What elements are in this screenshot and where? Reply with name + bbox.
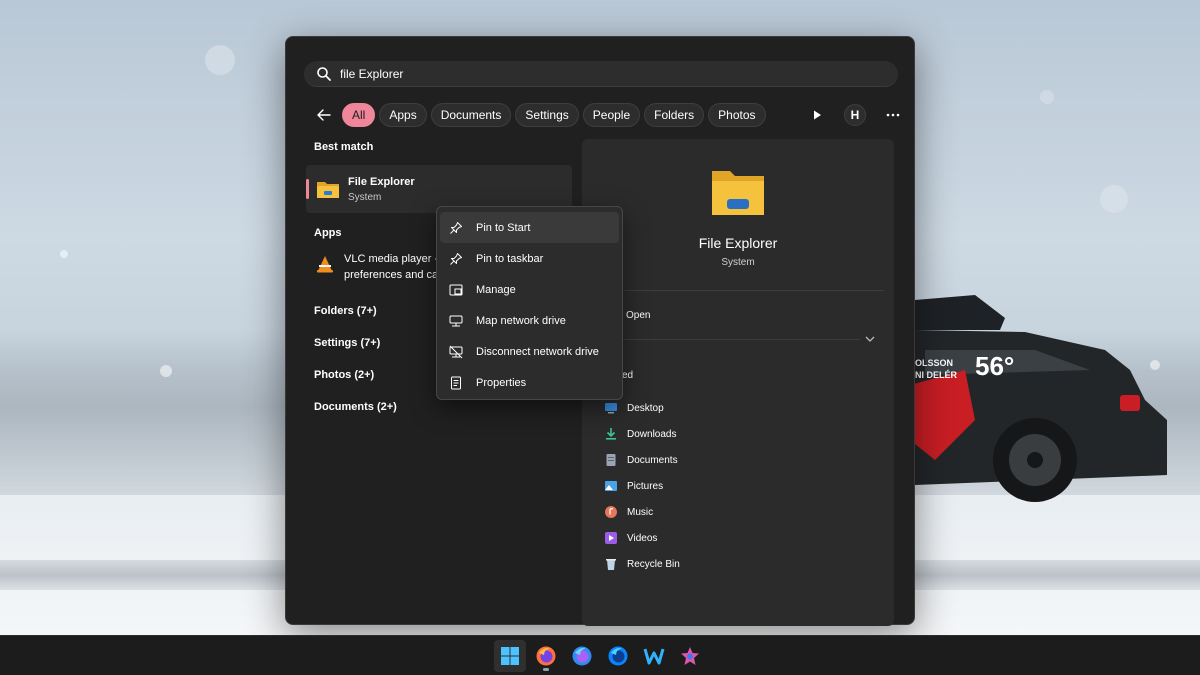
pin-icon [450,252,462,265]
menu-item-disconnect-network-drive[interactable]: Disconnect network drive [440,336,619,367]
quick-access-documents[interactable]: Documents [604,447,680,473]
menu-item-properties[interactable]: Properties [440,367,619,398]
context-menu: Pin to Start Pin to taskbar Manage Map n… [436,206,623,400]
recycle-bin-icon [606,559,616,570]
filter-chip-people[interactable]: People [582,103,641,127]
filter-tools: H [790,102,904,128]
best-match-subtitle: System [348,191,382,203]
windows-logo-icon [501,646,519,665]
svg-text:OLSSON: OLSSON [915,358,953,368]
firefox-developer-icon [572,646,592,665]
running-indicator [543,667,549,671]
best-match-title: File Explorer [348,175,415,188]
taskbar-firefox[interactable] [530,640,562,672]
pin-icon [450,221,462,234]
quick-access-list: Desktop Downloads Documents Pictures Mus… [604,395,680,577]
vlc-icon [317,256,333,273]
more-options-button[interactable] [882,104,904,126]
back-arrow-icon [317,109,331,121]
quick-access-videos[interactable]: Videos [604,525,680,551]
manage-icon [449,284,463,295]
firefox-icon [536,646,556,665]
back-button[interactable] [314,105,334,125]
filter-chip-apps[interactable]: Apps [379,103,427,127]
properties-icon [451,376,461,389]
filter-chip-folders[interactable]: Folders [644,103,705,127]
waterfox-icon [643,648,665,664]
filter-chip-photos[interactable]: Photos [708,103,766,127]
quick-access-downloads[interactable]: Downloads [604,421,680,447]
quick-access-recycle-bin[interactable]: Recycle Bin [604,551,680,577]
file-explorer-icon [317,182,339,198]
search-input[interactable]: file Explorer [340,67,403,81]
quick-access-music[interactable]: Music [604,499,680,525]
taskbar-firefox-nightly[interactable] [602,640,634,672]
quick-access-pictures[interactable]: Pictures [604,473,680,499]
best-match-heading: Best match [314,141,374,153]
taskbar-waterfox[interactable] [638,640,670,672]
file-explorer-large-icon [712,171,764,215]
desktop-icon [605,403,617,414]
disconnect-drive-icon [449,345,463,358]
downloads-icon [606,428,616,440]
pictures-icon [605,481,617,491]
car-number-text: 56° [975,351,1014,381]
floorp-icon [681,646,699,665]
taskbar [0,635,1200,675]
play-icon [814,110,821,120]
chevron-down-icon[interactable] [864,333,876,345]
menu-item-manage[interactable]: Manage [440,274,619,305]
preview-subtitle: System [721,257,755,268]
filter-chip-settings[interactable]: Settings [515,103,579,127]
search-icon [317,66,331,81]
svg-text:NI DELÉR: NI DELÉR [915,370,958,380]
videos-icon [605,532,617,544]
category-documents[interactable]: Documents (2+) [306,401,576,413]
menu-item-map-network-drive[interactable]: Map network drive [440,305,619,336]
taskbar-firefox-developer[interactable] [566,640,598,672]
filter-bar: All Apps Documents Settings People Folde… [314,102,904,128]
ellipsis-icon [886,113,900,117]
recent-heading: ed [622,370,634,381]
preview-divider [598,290,884,291]
search-box[interactable]: file Explorer [304,61,898,87]
open-action[interactable]: Open [626,310,650,321]
music-icon [605,506,617,518]
wallpaper-car: 56° OLSSON NI DELÉR [910,295,1167,502]
more-filters-button[interactable] [806,104,828,126]
preview-divider-2 [598,339,860,340]
firefox-nightly-icon [608,646,628,665]
network-drive-icon [449,315,463,326]
documents-icon [606,454,616,466]
menu-item-pin-to-start[interactable]: Pin to Start [440,212,619,243]
menu-item-pin-to-taskbar[interactable]: Pin to taskbar [440,243,619,274]
preview-title: File Explorer [698,235,778,251]
selection-accent [306,179,309,199]
preview-pane: File Explorer System Open ed Desktop Dow… [582,139,894,626]
filter-chip-documents[interactable]: Documents [430,103,512,127]
taskbar-floorp[interactable] [674,640,706,672]
filter-chip-all[interactable]: All [342,103,376,127]
start-button[interactable] [494,639,526,672]
account-avatar[interactable]: H [844,104,866,126]
